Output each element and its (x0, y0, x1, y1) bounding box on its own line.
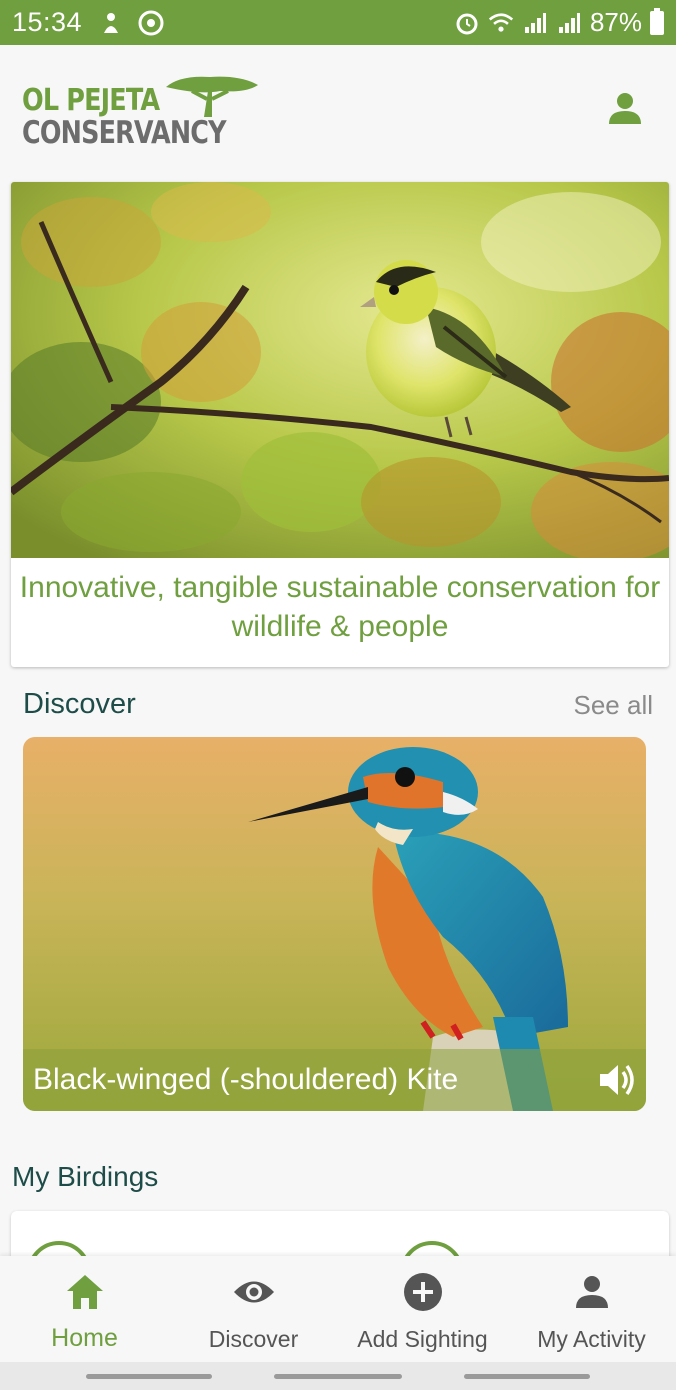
system-navigation-bar (0, 1362, 676, 1390)
logo-text-bottom: CONSERVANCY (22, 115, 227, 151)
volume-icon (600, 1064, 634, 1096)
battery-percent: 87% (589, 7, 642, 37)
discover-card-caption: Black-winged (-shouldered) Kite (23, 1049, 646, 1111)
nav-label: Home (51, 1324, 118, 1352)
home-icon (63, 1270, 107, 1314)
add-circle-icon (401, 1270, 445, 1314)
nav-label: My Activity (537, 1326, 646, 1352)
battery-icon (650, 7, 664, 35)
signal-icon (522, 10, 548, 36)
sync-app-icon (138, 10, 164, 36)
nav-label: Add Sighting (357, 1326, 488, 1352)
status-notification-icons (98, 10, 164, 36)
app-header: OL PEJETA CONSERVANCY (0, 45, 676, 175)
status-bar: 15:34 87% (0, 0, 676, 45)
my-birdings-title: My Birdings (12, 1161, 159, 1192)
wifi-icon (488, 10, 514, 36)
conservancy-logo[interactable]: OL PEJETA CONSERVANCY (22, 73, 262, 153)
nav-discover[interactable]: Discover (169, 1256, 338, 1362)
nav-my-activity[interactable]: My Activity (507, 1256, 676, 1362)
see-all-link[interactable]: See all (574, 690, 654, 721)
signal-icon (556, 10, 582, 36)
status-time: 15:34 (12, 7, 83, 37)
usb-debug-icon (98, 10, 124, 36)
bottom-navigation: Home Discover Add Sighting My Activity (0, 1256, 676, 1362)
nav-add-sighting[interactable]: Add Sighting (338, 1256, 507, 1362)
acacia-tree-icon (166, 76, 258, 117)
recents-button[interactable] (86, 1374, 212, 1379)
logo-text-top: OL PEJETA (22, 83, 160, 118)
eye-icon (232, 1270, 276, 1314)
nav-label: Discover (208, 1326, 299, 1352)
hero-tagline: Innovative, tangible sustainable conserv… (19, 571, 661, 643)
person-icon (570, 1270, 614, 1314)
back-button[interactable] (464, 1374, 590, 1379)
bird-name: Black-winged (-shouldered) Kite (33, 1063, 459, 1096)
person-icon (609, 93, 641, 124)
alarm-icon (454, 10, 480, 36)
discover-section-title: Discover (23, 688, 136, 720)
discover-card[interactable]: Black-winged (-shouldered) Kite (23, 737, 646, 1111)
home-system-button[interactable] (274, 1374, 402, 1379)
hero-card: Innovative, tangible sustainable conserv… (11, 182, 669, 667)
play-audio-button[interactable] (596, 1060, 636, 1100)
profile-button[interactable] (608, 91, 642, 125)
nav-home[interactable]: Home (0, 1256, 169, 1362)
status-system-icons: 87% (454, 7, 664, 38)
hero-bird-image (11, 182, 669, 558)
